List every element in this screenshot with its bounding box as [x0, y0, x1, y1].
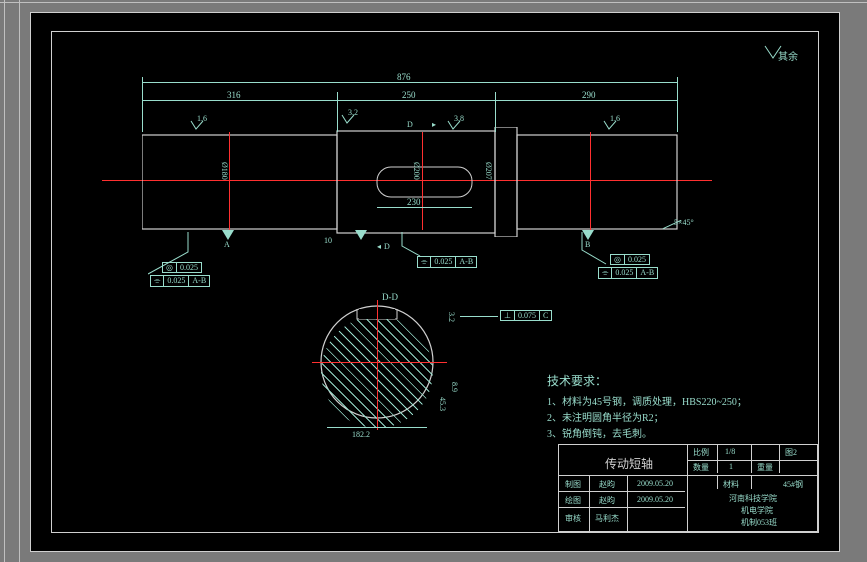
dim-keyway: 230 [407, 197, 421, 207]
tech-line-2: 2、未注明圆角半径为R2； [547, 411, 747, 427]
datum-a: A [224, 240, 230, 249]
weight-label: 重量 [757, 462, 773, 473]
datum-c: C [359, 240, 365, 249]
dim-sec-h1: 3.2 [447, 312, 456, 322]
qty-value: 1 [729, 462, 733, 471]
fig-label: 图2 [785, 447, 797, 458]
mat-value: 45#钢 [783, 479, 803, 490]
scale-label: 比例 [693, 447, 709, 458]
rough-3: 3.8 [454, 114, 464, 123]
title-block: 传动短轴 比例 1/8 数量 1 图2 重量 材料 45#钢 制图 赵昀 200… [558, 444, 818, 532]
tol-box-5: ⌯ 0.025 A-B [598, 267, 658, 279]
section-arrow-d2: D [384, 242, 390, 251]
rough-4: 1.6 [610, 114, 620, 123]
dim-sec-width: 182.2 [352, 430, 370, 439]
section-label: D-D [382, 292, 398, 302]
org2: 机电学院 [741, 505, 773, 516]
centerline-h [102, 180, 712, 181]
role-check: 审核 [565, 513, 581, 524]
tech-heading: 技术要求： [547, 372, 747, 391]
tech-requirements: 技术要求： 1、材料为45号钢，调质处理，HBS220~250； 2、未注明圆角… [547, 372, 747, 443]
tech-line-1: 1、材料为45号钢，调质处理，HBS220~250； [547, 395, 747, 411]
tol-box-4: ◎ 0.025 [610, 254, 650, 265]
dim-seg2: 250 [402, 90, 416, 100]
qty-label: 数量 [693, 462, 709, 473]
org1: 河南科技学院 [729, 493, 777, 504]
section-arrow-d1: D [407, 120, 413, 129]
role-design: 绘图 [565, 495, 581, 506]
dim-gap: 10 [324, 236, 332, 245]
dim-overall: 876 [397, 72, 411, 82]
dia-left: Ø180 [220, 162, 229, 180]
dim-sec-h2: 8.9 [450, 382, 459, 392]
tol-box-2: ⌯ 0.025 A-B [150, 275, 210, 287]
tol-box-3: ⌯ 0.025 A-B [417, 256, 477, 268]
date2: 2009.05.20 [637, 495, 673, 504]
tol-box-1: ◎ 0.025 [162, 262, 202, 273]
name3: 马利杰 [595, 513, 619, 524]
date1: 2009.05.20 [637, 479, 673, 488]
org3: 机制053班 [741, 517, 777, 528]
dim-sec-h3: 45.3 [438, 397, 447, 411]
dim-seg3: 290 [582, 90, 596, 100]
tech-line-3: 3、锐角倒钝，去毛刺。 [547, 427, 747, 443]
tol-box-6: ⊥ 0.075 C [500, 310, 552, 321]
mat-label: 材料 [723, 479, 739, 490]
part-name: 传动短轴 [605, 455, 653, 472]
datum-b: B [585, 240, 590, 249]
name2: 赵昀 [599, 495, 615, 506]
dia-right: Ø207 [484, 162, 493, 180]
scale-value: 1/8 [725, 447, 735, 456]
rough-2: 3.2 [348, 108, 358, 117]
rough-1: 1.6 [197, 114, 207, 123]
drawing-frame: 其余 876 316 250 290 D ▸ 1.6 3.2 3.8 1.6 Ø… [51, 31, 819, 533]
shaft-outline [142, 127, 682, 237]
default-roughness: 其余 [778, 48, 798, 63]
name1: 赵昀 [599, 479, 615, 490]
dim-seg1: 316 [227, 90, 241, 100]
role-draw: 制图 [565, 479, 581, 490]
dia-mid: Ø200 [412, 162, 421, 180]
cad-canvas: 其余 876 316 250 290 D ▸ 1.6 3.2 3.8 1.6 Ø… [30, 12, 840, 552]
